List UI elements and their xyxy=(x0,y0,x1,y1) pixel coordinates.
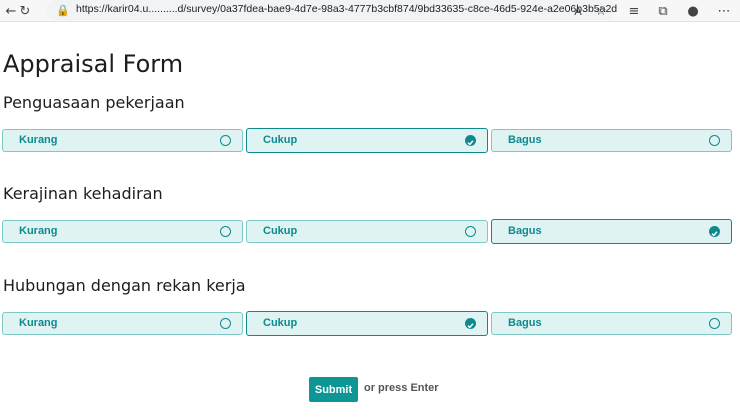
question-title: Hubungan dengan rekan kerja xyxy=(3,276,246,295)
option-label: Bagus xyxy=(508,225,542,237)
option-label: Cukup xyxy=(263,134,298,146)
radio-unchecked-icon xyxy=(709,135,720,146)
option-label: Kurang xyxy=(19,134,58,146)
question-title: Penguasaan pekerjaan xyxy=(3,93,185,112)
question-title: Kerajinan kehadiran xyxy=(3,184,163,203)
option-cukup[interactable]: Cukup xyxy=(246,311,488,336)
press-enter-hint: or press Enter xyxy=(364,382,439,394)
profile-icon[interactable]: ● xyxy=(684,2,702,20)
read-aloud-icon[interactable]: A xyxy=(569,2,587,20)
option-bagus[interactable]: Bagus xyxy=(491,312,732,335)
lock-icon[interactable]: 🔒 xyxy=(54,1,72,19)
option-bagus[interactable]: Bagus xyxy=(491,129,732,152)
url-text[interactable]: https://karir04.u..........d/survey/0a37… xyxy=(76,3,617,15)
radio-unchecked-icon xyxy=(465,226,476,237)
browser-toolbar: ← ↻ 🔒 https://karir04.u..........d/surve… xyxy=(0,0,740,22)
option-label: Cukup xyxy=(263,317,298,329)
favorite-add-icon[interactable]: ☆ xyxy=(592,2,610,20)
option-label: Bagus xyxy=(508,317,542,329)
more-icon[interactable]: ⋯ xyxy=(715,2,733,20)
collections-icon[interactable]: ⧉ xyxy=(654,2,672,20)
option-cukup[interactable]: Cukup xyxy=(246,128,488,153)
option-label: Cukup xyxy=(263,225,298,237)
option-kurang[interactable]: Kurang xyxy=(2,129,243,152)
submit-button[interactable]: Submit xyxy=(309,377,358,402)
radio-unchecked-icon xyxy=(220,135,231,146)
option-label: Bagus xyxy=(508,134,542,146)
radio-checked-icon xyxy=(465,318,476,329)
address-bar[interactable]: 🔒 https://karir04.u..........d/survey/0a… xyxy=(46,0,617,20)
radio-checked-icon xyxy=(709,226,720,237)
reload-icon[interactable]: ↻ xyxy=(16,2,34,20)
option-cukup[interactable]: Cukup xyxy=(246,220,488,243)
option-bagus[interactable]: Bagus xyxy=(491,219,732,244)
option-label: Kurang xyxy=(19,225,58,237)
radio-unchecked-icon xyxy=(220,226,231,237)
option-kurang[interactable]: Kurang xyxy=(2,312,243,335)
option-kurang[interactable]: Kurang xyxy=(2,220,243,243)
option-label: Kurang xyxy=(19,317,58,329)
radio-checked-icon xyxy=(465,135,476,146)
favorites-icon[interactable]: ≡ xyxy=(625,2,643,20)
radio-unchecked-icon xyxy=(220,318,231,329)
page-title: Appraisal Form xyxy=(3,50,184,78)
radio-unchecked-icon xyxy=(709,318,720,329)
